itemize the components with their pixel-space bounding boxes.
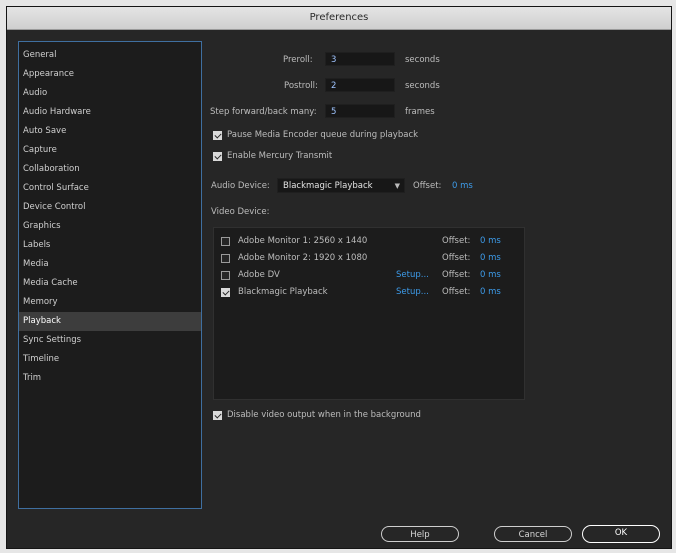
video-device-checkbox[interactable] — [221, 271, 230, 280]
list-item: Adobe DV Setup... Offset: 0 ms — [214, 267, 524, 284]
audio-offset-label: Offset: — [413, 181, 442, 191]
sidebar-item-appearance[interactable]: Appearance — [19, 65, 201, 84]
list-item: Adobe Monitor 1: 2560 x 1440 Offset: 0 m… — [214, 233, 524, 250]
step-input[interactable]: 5 — [325, 104, 395, 118]
video-offset-label: Offset: — [442, 287, 471, 297]
enable-mercury-label: Enable Mercury Transmit — [227, 151, 333, 161]
sidebar-item-memory[interactable]: Memory — [19, 293, 201, 312]
sidebar-item-auto-save[interactable]: Auto Save — [19, 122, 201, 141]
setup-link[interactable]: Setup... — [396, 287, 429, 297]
preroll-label: Preroll: — [283, 55, 313, 65]
audio-device-label: Audio Device: — [211, 181, 270, 191]
sidebar-item-general[interactable]: General — [19, 46, 201, 65]
video-device-list: Adobe Monitor 1: 2560 x 1440 Offset: 0 m… — [213, 227, 525, 400]
sidebar-item-media[interactable]: Media — [19, 255, 201, 274]
video-device-checkbox[interactable] — [221, 288, 230, 297]
sidebar-item-device-control[interactable]: Device Control — [19, 198, 201, 217]
sidebar-item-control-surface[interactable]: Control Surface — [19, 179, 201, 198]
video-device-name: Adobe DV — [238, 270, 280, 280]
preferences-sidebar: General Appearance Audio Audio Hardware … — [18, 41, 202, 509]
sidebar-item-sync-settings[interactable]: Sync Settings — [19, 331, 201, 350]
postroll-label: Postroll: — [284, 81, 318, 91]
sidebar-item-media-cache[interactable]: Media Cache — [19, 274, 201, 293]
video-offset-label: Offset: — [442, 236, 471, 246]
video-offset-label: Offset: — [442, 253, 471, 263]
sidebar-item-capture[interactable]: Capture — [19, 141, 201, 160]
step-label: Step forward/back many: — [210, 107, 317, 117]
video-offset-label: Offset: — [442, 270, 471, 280]
video-device-checkbox[interactable] — [221, 237, 230, 246]
video-offset-value[interactable]: 0 ms — [480, 287, 501, 297]
help-button[interactable]: Help — [381, 526, 459, 542]
pause-media-encoder-checkbox[interactable] — [213, 131, 222, 140]
postroll-unit: seconds — [405, 81, 440, 91]
enable-mercury-checkbox[interactable] — [213, 152, 222, 161]
window-title: Preferences — [7, 7, 671, 30]
video-offset-value[interactable]: 0 ms — [480, 270, 501, 280]
preroll-input[interactable]: 3 — [325, 52, 395, 66]
audio-offset-value[interactable]: 0 ms — [452, 181, 473, 191]
video-device-name: Blackmagic Playback — [238, 287, 328, 297]
video-offset-value[interactable]: 0 ms — [480, 253, 501, 263]
sidebar-item-labels[interactable]: Labels — [19, 236, 201, 255]
video-offset-value[interactable]: 0 ms — [480, 236, 501, 246]
video-device-name: Adobe Monitor 1: 2560 x 1440 — [238, 236, 368, 246]
setup-link[interactable]: Setup... — [396, 270, 429, 280]
sidebar-item-audio-hardware[interactable]: Audio Hardware — [19, 103, 201, 122]
sidebar-item-playback[interactable]: Playback — [19, 312, 201, 331]
video-device-checkbox[interactable] — [221, 254, 230, 263]
preferences-dialog: Preferences General Appearance Audio Aud… — [6, 6, 672, 549]
sidebar-item-trim[interactable]: Trim — [19, 369, 201, 388]
list-item: Adobe Monitor 2: 1920 x 1080 Offset: 0 m… — [214, 250, 524, 267]
step-unit: frames — [405, 107, 435, 117]
postroll-input[interactable]: 2 — [325, 78, 395, 92]
cancel-button[interactable]: Cancel — [494, 526, 572, 542]
pause-media-encoder-label: Pause Media Encoder queue during playbac… — [227, 130, 419, 140]
audio-device-value: Blackmagic Playback — [283, 181, 373, 191]
ok-button[interactable]: OK — [582, 525, 660, 543]
audio-device-select[interactable]: Blackmagic Playback ▼ — [277, 178, 405, 193]
video-device-name: Adobe Monitor 2: 1920 x 1080 — [238, 253, 368, 263]
sidebar-item-graphics[interactable]: Graphics — [19, 217, 201, 236]
disable-video-output-label: Disable video output when in the backgro… — [227, 410, 421, 420]
video-device-label: Video Device: — [211, 207, 270, 217]
chevron-down-icon: ▼ — [394, 182, 400, 190]
disable-video-output-checkbox[interactable] — [213, 411, 222, 420]
list-item: Blackmagic Playback Setup... Offset: 0 m… — [214, 284, 524, 301]
preroll-unit: seconds — [405, 55, 440, 65]
sidebar-item-collaboration[interactable]: Collaboration — [19, 160, 201, 179]
sidebar-item-timeline[interactable]: Timeline — [19, 350, 201, 369]
sidebar-item-audio[interactable]: Audio — [19, 84, 201, 103]
